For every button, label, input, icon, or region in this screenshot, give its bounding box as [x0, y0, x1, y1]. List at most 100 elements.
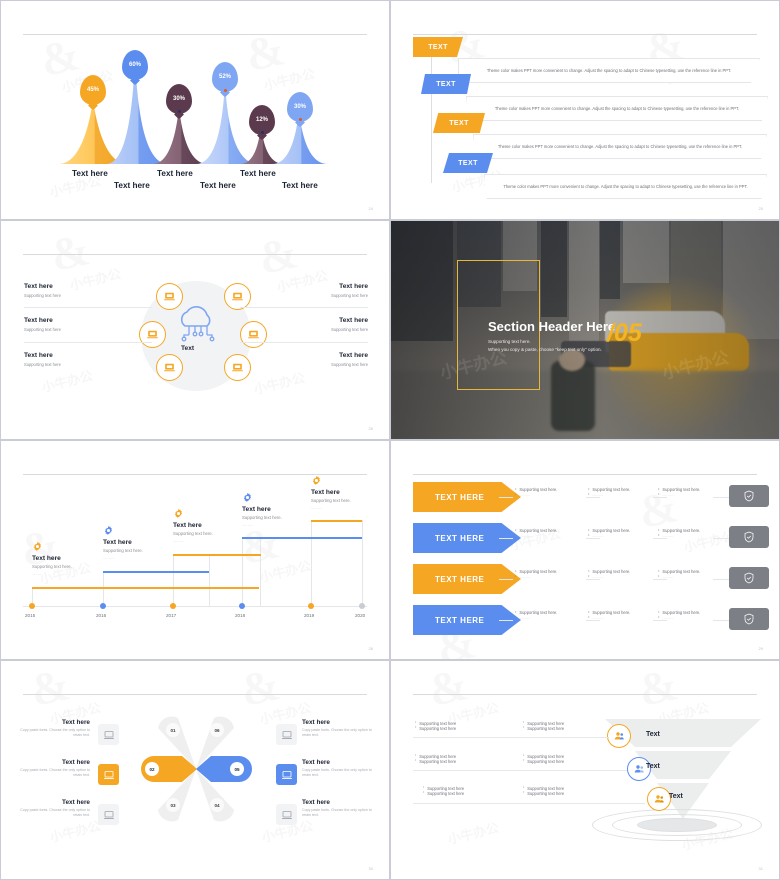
year-dot[interactable] — [239, 603, 245, 609]
users-icon — [654, 795, 664, 803]
category-label: Text here — [200, 181, 236, 190]
bullet-dot: • — [658, 614, 660, 619]
banner-row[interactable]: Theme color makes PPT more convenient to… — [466, 96, 768, 121]
mountain-chart — [1, 1, 389, 219]
year-dot[interactable] — [170, 603, 176, 609]
watermark: & — [254, 226, 299, 285]
tag-badge[interactable]: TEXT — [413, 37, 463, 57]
bullet-dot: • — [658, 491, 660, 496]
year-dot[interactable] — [308, 603, 314, 609]
right-text-3[interactable]: Text here Copy paste fonts. Choose the o… — [302, 799, 377, 819]
left-icon-3[interactable] — [98, 804, 119, 825]
item-sub: Supporting text here — [24, 326, 61, 332]
milestone-4[interactable]: Text here Supporting text here. ___ ___ — [242, 506, 330, 526]
bullet-row: • Supporting text here — [423, 790, 523, 796]
bullet-row: • Supporting text here — [415, 758, 515, 764]
left-item-3[interactable]: Text here Supporting text here — [24, 352, 152, 367]
connector — [499, 538, 513, 539]
number-circle-01[interactable]: 01 — [166, 723, 180, 737]
number-label: 05 — [234, 766, 240, 772]
number-circle-05[interactable]: 05 — [230, 762, 244, 776]
bullet-row: • Supporting text here — [415, 725, 515, 731]
right-item-3[interactable]: Text here Supporting text here — [240, 352, 368, 367]
header-rule — [413, 694, 757, 695]
page-number: 31 — [758, 866, 763, 871]
tag-badge[interactable]: TEXT — [443, 153, 493, 173]
slide-banner-list[interactable]: & 小牛办公 & 小牛办公 小牛办公 TEXT Theme color make… — [390, 0, 780, 220]
funnel-bullets-1a: • Supporting text here • Supporting text h… — [415, 720, 515, 731]
banner-row[interactable]: Theme color makes PPT more convenient to… — [484, 174, 767, 199]
left-text-2[interactable]: Text here Copy paste fonts. Choose the o… — [15, 759, 90, 779]
value-dot — [298, 118, 302, 121]
status-badge-4[interactable] — [729, 608, 769, 630]
bullet-row: • Supporting text here — [523, 790, 623, 796]
tag-badge[interactable]: TEXT — [433, 113, 485, 133]
item-body: Copy paste fonts. Choose the only option… — [20, 728, 90, 738]
left-icon-2[interactable] — [98, 764, 119, 785]
slide-timeline[interactable]: & 小牛办公 & 小牛办公 Text here Supporting text … — [0, 440, 390, 660]
left-text-3[interactable]: Text here Copy paste fonts. Choose the o… — [15, 799, 90, 819]
watermark: & — [424, 661, 469, 717]
banner-row[interactable]: Theme color makes PPT more convenient to… — [473, 134, 767, 159]
right-item-2[interactable]: Text here Supporting text here — [240, 317, 368, 332]
item-title: Text here — [302, 759, 330, 766]
right-text-1[interactable]: Text here Copy paste fonts. Choose the o… — [302, 719, 377, 739]
number-circle-04[interactable]: 04 — [210, 798, 224, 812]
number-circle-02[interactable]: 02 — [145, 762, 159, 776]
banner-row[interactable]: Theme color makes PPT more convenient to… — [458, 58, 760, 83]
value-label: 12% — [255, 117, 268, 123]
right-icon-1[interactable] — [276, 724, 297, 745]
status-badge-3[interactable] — [729, 567, 769, 589]
bullet-row: • Supporting text here — [523, 725, 623, 731]
milestone-2[interactable]: Text here Supporting text here. ___ ___ — [103, 539, 191, 559]
laptop-icon — [103, 730, 114, 739]
laptop-icon — [164, 292, 175, 301]
divider — [24, 342, 152, 343]
node-icon-5[interactable] — [156, 354, 183, 381]
left-item-1[interactable]: Text here Supporting text here — [24, 283, 152, 298]
bullet-group-1a: • Supporting text here. • ___ ___ — [515, 487, 599, 497]
status-badge-2[interactable] — [729, 526, 769, 548]
milestone-5[interactable]: Text here Supporting text here. ___ ___ — [311, 489, 389, 509]
gear-icon — [104, 525, 113, 535]
slide-mountain-chart[interactable]: & 小牛办公 & 小牛办公 小牛办公 — [0, 0, 390, 220]
bullet-faint: ___ ___ — [662, 533, 674, 537]
year-dot[interactable] — [100, 603, 106, 609]
bullet-row: • ___ ___ — [515, 533, 599, 538]
target-ring-inner — [637, 818, 717, 832]
right-text-2[interactable]: Text here Copy paste fonts. Choose the o… — [302, 759, 377, 779]
right-item-1[interactable]: Text here Supporting text here — [240, 283, 368, 298]
left-item-2[interactable]: Text here Supporting text here — [24, 317, 152, 332]
slide-cloud-hub[interactable]: & 小牛办公 & 小牛办公 小牛办公 小牛办公 — [0, 220, 390, 440]
year-dot[interactable] — [359, 603, 365, 609]
number-circle-03[interactable]: 03 — [166, 798, 180, 812]
slide-arrow-process[interactable]: & 小牛办公 小牛办公 & TEXT HERE •Supporting text… — [390, 440, 780, 660]
slide-funnel[interactable]: & 小牛办公 & 小牛办公 小牛办公 小牛办公 Text Text Text — [390, 660, 780, 880]
left-text-1[interactable]: Text here Copy paste fonts. Choose the o… — [15, 719, 90, 739]
slide-butterfly[interactable]: & 小牛办公 & 小牛办公 小牛办公 小牛办公 01 02 03 04 05 0… — [0, 660, 390, 880]
tag-badge[interactable]: TEXT — [421, 74, 471, 94]
right-icon-2[interactable] — [276, 764, 297, 785]
item-body: Copy paste fonts. Choose the only option… — [302, 768, 372, 778]
year-dot[interactable] — [29, 603, 35, 609]
bullet-faint: ___ ___ — [592, 615, 604, 619]
right-icon-3[interactable] — [276, 804, 297, 825]
number-circle-06[interactable]: 06 — [210, 723, 224, 737]
funnel-node-3[interactable] — [647, 787, 671, 811]
status-badge-1[interactable] — [729, 485, 769, 507]
value-label: 45% — [86, 87, 99, 93]
connector — [586, 497, 600, 498]
value-label: 52% — [218, 74, 231, 80]
year-label: 2019 — [304, 613, 315, 618]
left-icon-1[interactable] — [98, 724, 119, 745]
category-label: Text here — [240, 169, 276, 178]
bullet-faint: ___ ___ — [662, 492, 674, 496]
number-label: 01 — [170, 727, 176, 733]
bullet-dot: • — [658, 573, 660, 578]
item-title: Text here — [339, 352, 368, 359]
connector — [586, 538, 600, 539]
shield-check-icon — [744, 531, 754, 543]
value-dot — [177, 110, 181, 113]
slide-section-header[interactable]: 小牛办公 小牛办公 Section Header Here Supporting… — [390, 220, 780, 440]
milestone-sub2: ___ ___ — [311, 505, 322, 509]
